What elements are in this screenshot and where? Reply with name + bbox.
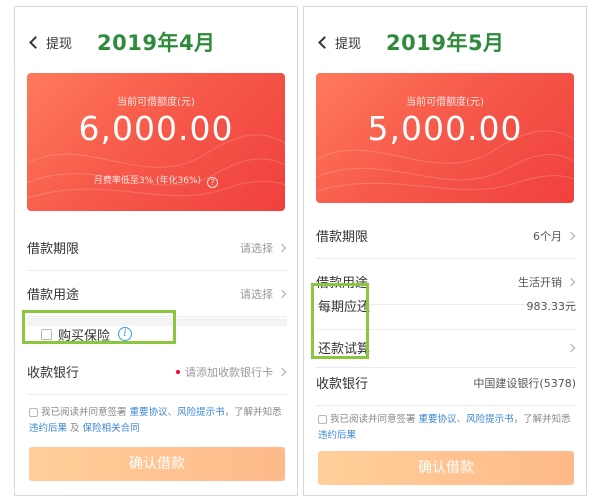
back-button[interactable]: 提现 [318, 33, 362, 52]
chevron-right-icon [277, 243, 287, 252]
credit-limit-card: 当前可借额度(元) 5,000.00 [316, 73, 574, 203]
agreement-separator: 、 [456, 414, 467, 425]
chevron-left-icon [29, 36, 42, 49]
month-annotation: 2019年5月 [386, 31, 505, 55]
receiving-bank-label: 收款银行 [27, 366, 80, 381]
receiving-bank-value: 中国建设银行(5378) [473, 376, 576, 390]
important-agreement-link[interactable]: 重要协议 [130, 407, 168, 418]
receiving-bank-label: 收款银行 [316, 377, 369, 392]
header: 提现 2019年5月 [304, 7, 586, 63]
loan-purpose-label: 借款用途 [27, 288, 80, 303]
loan-term-label: 借款期限 [316, 230, 369, 245]
agreement-middle: ，了解并知悉 [513, 414, 571, 425]
month-annotation: 2019年4月 [97, 31, 216, 55]
back-label: 提现 [335, 37, 362, 52]
receiving-bank-value: 请添加收款银行卡 [176, 364, 287, 380]
agreement-text: 我已阅读并同意签署 重要协议、风险提示书，了解并知悉 违约后果 及 保险相关合同 [29, 405, 291, 437]
chevron-right-icon [566, 231, 576, 240]
confirm-loan-button[interactable]: 确认借款 [29, 447, 285, 481]
loan-term-row[interactable]: 借款期限 6个月 [316, 213, 576, 259]
right-screen: 提现 2019年5月 当前可借额度(元) 5,000.00 借款期限 6个月 借… [303, 6, 587, 496]
repayment-trial-value [562, 343, 576, 352]
loan-term-value: 请选择 [240, 240, 287, 256]
loan-term-value: 6个月 [533, 228, 576, 244]
limit-amount: 5,000.00 [367, 109, 523, 148]
agreement-checkbox[interactable] [29, 408, 38, 417]
loan-purpose-value: 请选择 [240, 286, 287, 302]
loan-term-text: 6个月 [533, 229, 562, 243]
comparison-stage: 提现 2019年4月 当前可借额度(元) 6,000.00 月费率低至3% (年… [0, 0, 600, 502]
rate-label: 月费率低至3% (年化36%) [93, 176, 202, 186]
chevron-left-icon [318, 36, 331, 49]
default-consequence-link[interactable]: 违约后果 [29, 423, 67, 434]
agreement-separator: 、 [167, 407, 178, 418]
insurance-contract-link[interactable]: 保险相关合同 [83, 423, 140, 434]
loan-term-label: 借款期限 [27, 242, 80, 257]
left-screen: 提现 2019年4月 当前可借额度(元) 6,000.00 月费率低至3% (年… [14, 6, 298, 496]
agreement-text: 我已阅读并同意签署 重要协议、风险提示书，了解并知悉 违约后果 [318, 412, 580, 444]
loan-purpose-placeholder: 请选择 [240, 287, 273, 301]
agreement-and: 及 [70, 423, 80, 434]
repayment-highlight-box [311, 283, 369, 359]
back-button[interactable]: 提现 [29, 33, 73, 52]
receiving-bank-placeholder: 请添加收款银行卡 [185, 365, 273, 379]
receiving-bank-row[interactable]: 收款银行 请添加收款银行卡 [27, 349, 287, 395]
limit-caption: 当前可借额度(元) [406, 97, 484, 108]
back-label: 提现 [46, 37, 73, 52]
installment-value: 983.33元 [526, 299, 577, 313]
confirm-loan-button[interactable]: 确认借款 [318, 451, 574, 485]
important-agreement-link[interactable]: 重要协议 [419, 414, 457, 425]
chevron-right-icon [277, 367, 287, 376]
agreement-middle: ，了解并知悉 [224, 407, 282, 418]
credit-limit-card: 当前可借额度(元) 6,000.00 月费率低至3% (年化36%)? [27, 73, 285, 211]
loan-term-placeholder: 请选择 [240, 241, 273, 255]
risk-notice-link[interactable]: 风险提示书 [177, 407, 225, 418]
risk-notice-link[interactable]: 风险提示书 [466, 414, 514, 425]
insurance-highlight-box [22, 310, 176, 344]
limit-amount: 6,000.00 [78, 109, 234, 148]
rate-text: 月费率低至3% (年化36%)? [27, 173, 285, 188]
receiving-bank-row[interactable]: 收款银行 中国建设银行(5378) [316, 360, 576, 406]
agreement-checkbox[interactable] [318, 415, 327, 424]
agreement-prefix: 我已阅读并同意签署 [41, 407, 127, 418]
help-icon[interactable]: ? [207, 177, 219, 188]
red-dot-icon [176, 369, 180, 374]
header: 提现 2019年4月 [15, 7, 297, 63]
loan-term-row[interactable]: 借款期限 请选择 [27, 225, 287, 271]
chevron-right-icon [277, 289, 287, 298]
agreement-prefix: 我已阅读并同意签署 [330, 414, 416, 425]
limit-caption: 当前可借额度(元) [117, 97, 195, 108]
chevron-right-icon [566, 343, 576, 352]
default-consequence-link[interactable]: 违约后果 [318, 430, 356, 441]
